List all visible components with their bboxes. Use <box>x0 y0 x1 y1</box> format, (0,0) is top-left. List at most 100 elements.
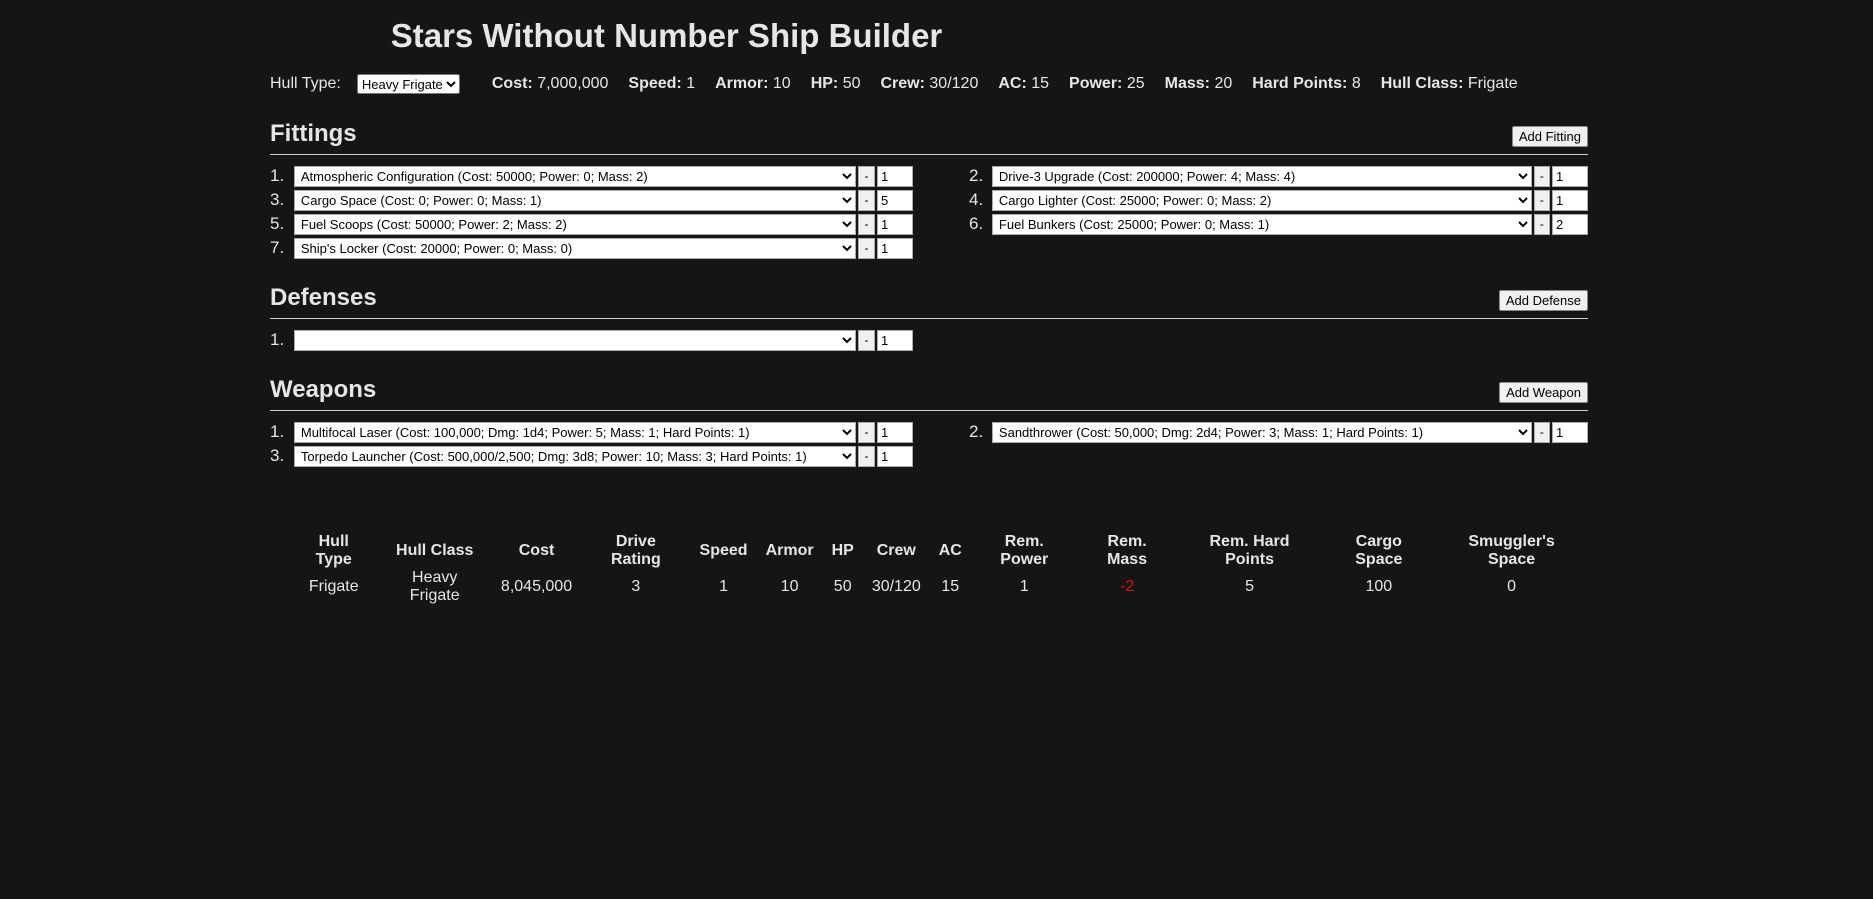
weapons-header: Weapons Add Weapon <box>270 376 1588 411</box>
stat-armor: Armor: 10 <box>715 75 791 92</box>
summary-value: 8,045,000 <box>500 578 573 595</box>
summary-value: 50 <box>833 578 852 595</box>
fittings-list: 1. Atmospheric Configuration (Cost: 5000… <box>270 165 1589 259</box>
fitting-row: 5. Fuel Scoops (Cost: 50000; Power: 2; M… <box>270 213 913 235</box>
fittings-header: Fittings Add Fitting <box>270 120 1588 155</box>
summary-header: HP <box>831 542 854 559</box>
remove-weapon-button[interactable]: - <box>858 421 875 443</box>
fitting-row: 7. Ship's Locker (Cost: 20000; Power: 0;… <box>270 237 913 259</box>
summary-value: 3 <box>631 578 641 595</box>
defenses-section: Defenses Add Defense 1. - <box>270 284 1588 351</box>
fitting-select[interactable]: Atmospheric Configuration (Cost: 50000; … <box>293 165 857 187</box>
fitting-select[interactable]: Cargo Lighter (Cost: 25000; Power: 0; Ma… <box>991 189 1532 211</box>
fitting-select[interactable]: Fuel Bunkers (Cost: 25000; Power: 0; Mas… <box>991 213 1532 235</box>
summary-header: Speed <box>699 542 748 559</box>
remove-weapon-button[interactable]: - <box>1533 421 1551 443</box>
add-fitting-button[interactable]: Add Fitting <box>1511 126 1588 147</box>
stat-power: Power: 25 <box>1069 75 1145 92</box>
hull-bar: Hull Type: Heavy Frigate Cost: 7,000,000… <box>270 65 1588 103</box>
summary-value: 15 <box>941 578 960 595</box>
weapon-number: 1. <box>270 422 285 441</box>
weapons-list: 1. Multifocal Laser (Cost: 100,000; Dmg:… <box>270 421 1589 467</box>
summary-header: Hull Type <box>315 533 352 568</box>
weapon-row: 1. Multifocal Laser (Cost: 100,000; Dmg:… <box>270 421 913 443</box>
page-title: Stars Without Number Ship Builder <box>390 17 943 54</box>
remove-fitting-button[interactable]: - <box>858 237 875 259</box>
defenses-header: Defenses Add Defense <box>270 284 1588 319</box>
weapon-number: 3. <box>270 446 285 465</box>
defenses-title: Defenses <box>270 284 377 311</box>
summary-header: Rem. Hard Points <box>1209 533 1290 568</box>
summary-header: Rem. Power <box>1000 533 1049 568</box>
fitting-number: 6. <box>969 214 984 233</box>
remove-fitting-button[interactable]: - <box>858 165 875 187</box>
fitting-quantity-input[interactable] <box>877 189 913 211</box>
weapons-section: Weapons Add Weapon 1. Multifocal Laser (… <box>270 376 1589 467</box>
fitting-quantity-input[interactable] <box>877 213 913 235</box>
fitting-quantity-input[interactable] <box>1552 189 1589 211</box>
remove-fitting-button[interactable]: - <box>858 213 875 235</box>
stat-hard-points: Hard Points: 8 <box>1252 75 1361 92</box>
summary-header: Rem. Mass <box>1107 533 1148 568</box>
fitting-quantity-input[interactable] <box>1552 213 1589 235</box>
defense-row: 1. - <box>270 329 913 351</box>
remove-fitting-button[interactable]: - <box>1533 165 1551 187</box>
weapon-select[interactable]: Sandthrower (Cost: 50,000; Dmg: 2d4; Pow… <box>991 421 1532 443</box>
remove-fitting-button[interactable]: - <box>1533 213 1551 235</box>
hull-type-select[interactable]: Heavy Frigate <box>356 74 460 94</box>
defenses-list: 1. - <box>270 329 1588 351</box>
stat-ac: AC: 15 <box>998 75 1050 92</box>
fitting-row: 6. Fuel Bunkers (Cost: 25000; Power: 0; … <box>969 213 1589 235</box>
fitting-number: 1. <box>270 166 285 185</box>
defense-number: 1. <box>270 330 285 349</box>
weapon-quantity-input[interactable] <box>1552 421 1589 443</box>
remove-fitting-button[interactable]: - <box>1533 189 1551 211</box>
add-weapon-button[interactable]: Add Weapon <box>1499 382 1588 403</box>
summary-header: Drive Rating <box>610 533 661 568</box>
remove-weapon-button[interactable]: - <box>858 445 875 467</box>
fitting-number: 2. <box>969 166 984 185</box>
fitting-select[interactable]: Drive-3 Upgrade (Cost: 200000; Power: 4;… <box>991 165 1532 187</box>
hull-type-label: Hull Type: <box>270 75 341 92</box>
fittings-title: Fittings <box>270 120 357 147</box>
fitting-number: 3. <box>270 190 285 209</box>
summary-value: 10 <box>780 578 799 595</box>
weapon-select[interactable]: Torpedo Launcher (Cost: 500,000/2,500; D… <box>293 445 857 467</box>
fitting-row: 1. Atmospheric Configuration (Cost: 5000… <box>270 165 913 187</box>
defense-select[interactable] <box>293 329 857 351</box>
weapon-quantity-input[interactable] <box>877 421 913 443</box>
remove-fitting-button[interactable]: - <box>858 189 875 211</box>
defense-quantity-input[interactable] <box>877 329 913 351</box>
add-defense-button[interactable]: Add Defense <box>1498 290 1588 311</box>
weapon-number: 2. <box>969 422 984 441</box>
fitting-number: 7. <box>270 238 285 257</box>
summary-header: AC <box>938 542 962 559</box>
weapons-title: Weapons <box>270 376 377 403</box>
fitting-select[interactable]: Ship's Locker (Cost: 20000; Power: 0; Ma… <box>293 237 857 259</box>
fitting-row: 3. Cargo Space (Cost: 0; Power: 0; Mass:… <box>270 189 913 211</box>
summary-table: Hull Type Hull Class Cost Drive Rating S… <box>290 533 1588 605</box>
fitting-select[interactable]: Fuel Scoops (Cost: 50000; Power: 2; Mass… <box>293 213 857 235</box>
weapon-row: 3. Torpedo Launcher (Cost: 500,000/2,500… <box>270 445 913 467</box>
fitting-number: 4. <box>969 190 984 209</box>
stat-mass: Mass: 20 <box>1164 75 1233 92</box>
summary-header: Hull Class <box>396 542 474 559</box>
weapon-select[interactable]: Multifocal Laser (Cost: 100,000; Dmg: 1d… <box>293 421 857 443</box>
fittings-section: Fittings Add Fitting 1. Atmospheric Conf… <box>270 120 1589 259</box>
weapon-quantity-input[interactable] <box>877 445 913 467</box>
summary-value: 30/120 <box>871 578 921 595</box>
summary-header-row: Hull Type Hull Class Cost Drive Rating S… <box>290 533 1588 569</box>
fitting-quantity-input[interactable] <box>877 165 913 187</box>
fitting-quantity-input[interactable] <box>877 237 913 259</box>
fitting-quantity-input[interactable] <box>1552 165 1589 187</box>
fitting-row: 4. Cargo Lighter (Cost: 25000; Power: 0;… <box>969 189 1589 211</box>
fitting-row: 2. Drive-3 Upgrade (Cost: 200000; Power:… <box>969 165 1589 187</box>
summary-value: Heavy Frigate <box>409 569 460 604</box>
weapon-row: 2. Sandthrower (Cost: 50,000; Dmg: 2d4; … <box>969 421 1589 443</box>
summary-header: Crew <box>876 542 916 559</box>
summary-value-row: Frigate Heavy Frigate 8,045,000 3 1 10 5… <box>290 569 1588 605</box>
summary-value: 1 <box>1019 578 1029 595</box>
remove-defense-button[interactable]: - <box>858 329 875 351</box>
fitting-select[interactable]: Cargo Space (Cost: 0; Power: 0; Mass: 1) <box>293 189 857 211</box>
summary-header: Cargo Space <box>1355 533 1403 568</box>
